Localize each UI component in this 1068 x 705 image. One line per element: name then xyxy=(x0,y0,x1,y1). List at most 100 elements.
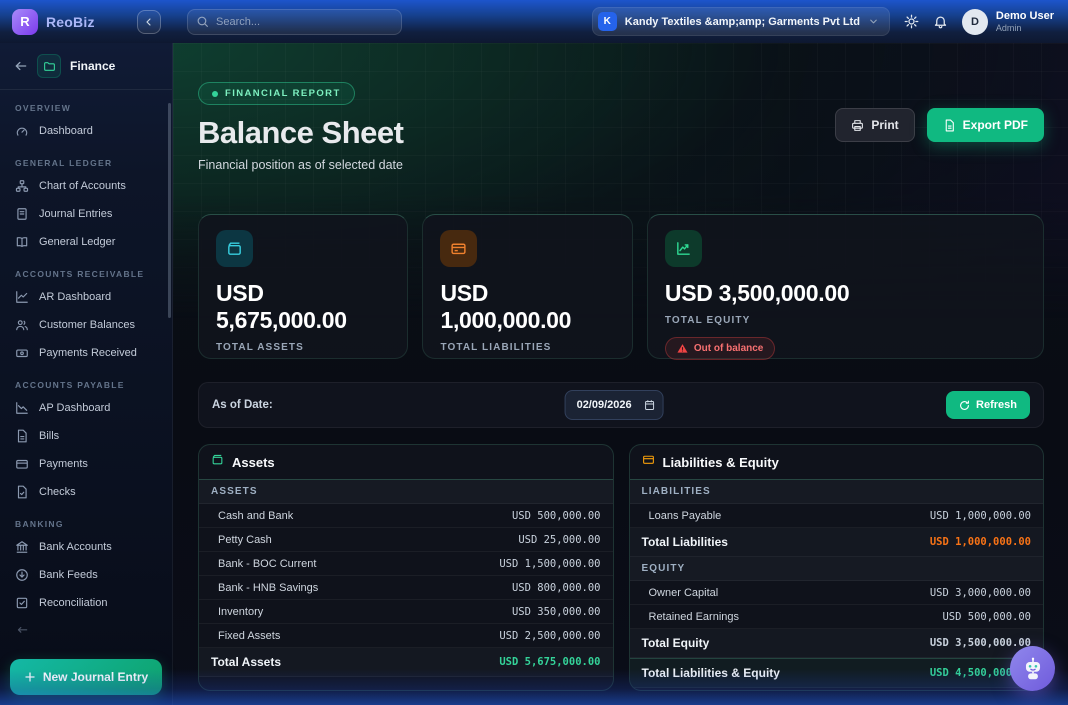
credit-card-icon xyxy=(15,457,29,471)
sidebar-item-bills[interactable]: Bills xyxy=(0,422,172,450)
company-selector[interactable]: K Kandy Textiles &amp;amp; Garments Pvt … xyxy=(592,7,890,36)
balance-sheet-tables: Assets ASSETS Cash and BankUSD 500,000.0… xyxy=(198,444,1044,691)
sidebar-section-banking: BANKING xyxy=(15,519,157,529)
export-pdf-button[interactable]: Export PDF xyxy=(927,108,1044,142)
table-row[interactable]: Owner CapitalUSD 3,000,000.00 xyxy=(630,581,1044,605)
page-header: FINANCIAL REPORT Balance Sheet Financial… xyxy=(173,43,1068,172)
sidebar-item-checks[interactable]: Checks xyxy=(0,478,172,506)
transfer-arrow-icon xyxy=(15,624,29,638)
stat-cards: USD 5,675,000.00 TOTAL ASSETS USD 1,000,… xyxy=(198,214,1044,359)
sidebar-item-payments[interactable]: Payments xyxy=(0,450,172,478)
assets-table: Assets ASSETS Cash and BankUSD 500,000.0… xyxy=(198,444,614,691)
global-search xyxy=(187,9,402,35)
sidebar-section-overview: OVERVIEW xyxy=(15,103,157,113)
total-equity-card: USD 3,500,000.00 TOTAL EQUITY Out of bal… xyxy=(647,214,1044,359)
plus-icon xyxy=(24,671,36,683)
sidebar-item-partial[interactable] xyxy=(0,617,172,645)
refresh-icon xyxy=(959,400,970,411)
header-actions: Print Export PDF xyxy=(835,108,1044,142)
back-button[interactable] xyxy=(14,59,28,73)
sidebar-section-accounts-receivable: ACCOUNTS RECEIVABLE xyxy=(15,269,157,279)
topbar-right: K Kandy Textiles &amp;amp; Garments Pvt … xyxy=(592,7,1068,36)
pdf-file-icon xyxy=(943,119,956,132)
gauge-icon xyxy=(15,124,29,138)
notifications-button[interactable] xyxy=(933,14,948,29)
chat-assistant-button[interactable] xyxy=(1010,646,1055,691)
sidebar-item-dashboard[interactable]: Dashboard xyxy=(0,117,172,145)
total-liabilities-card: USD 1,000,000.00 TOTAL LIABILITIES xyxy=(422,214,632,359)
user-name: Demo User xyxy=(996,10,1054,23)
table-row[interactable]: Bank - BOC CurrentUSD 1,500,000.00 xyxy=(199,552,613,576)
sidebar-item-journal-entries[interactable]: Journal Entries xyxy=(0,200,172,228)
user-role: Admin xyxy=(996,23,1054,33)
total-equity-value: USD 3,500,000.00 xyxy=(665,280,1026,307)
total-liabilities-row: Total LiabilitiesUSD 1,000,000.00 xyxy=(630,528,1044,557)
sitemap-icon xyxy=(15,179,29,193)
bell-icon xyxy=(933,14,948,29)
refresh-button[interactable]: Refresh xyxy=(946,391,1030,419)
folder-icon xyxy=(37,54,61,78)
theme-toggle-button[interactable] xyxy=(904,14,919,29)
sidebar-item-reconciliation[interactable]: Reconciliation xyxy=(0,589,172,617)
company-name: Kandy Textiles &amp;amp; Garments Pvt Lt… xyxy=(625,16,860,28)
liabilities-equity-table: Liabilities & Equity LIABILITIES Loans P… xyxy=(629,444,1045,691)
file-check-icon xyxy=(15,485,29,499)
table-row[interactable]: Cash and BankUSD 500,000.00 xyxy=(199,504,613,528)
sidebar-collapse-button[interactable] xyxy=(137,10,161,34)
table-row[interactable]: Petty CashUSD 25,000.00 xyxy=(199,528,613,552)
total-assets-label: TOTAL ASSETS xyxy=(216,342,390,353)
main-content: FINANCIAL REPORT Balance Sheet Financial… xyxy=(173,43,1068,705)
module-header: Finance xyxy=(0,43,172,90)
total-equity-row: Total EquityUSD 3,500,000.00 xyxy=(630,629,1044,658)
search-icon xyxy=(196,15,209,28)
journal-icon xyxy=(15,207,29,221)
table-row[interactable]: Retained EarningsUSD 500,000.00 xyxy=(630,605,1044,629)
company-badge: K xyxy=(598,12,617,31)
sidebar-item-payments-received[interactable]: Payments Received xyxy=(0,339,172,367)
print-button[interactable]: Print xyxy=(835,108,914,142)
credit-card-icon xyxy=(440,230,477,267)
total-equity-label: TOTAL EQUITY xyxy=(665,315,1026,326)
table-row[interactable]: InventoryUSD 350,000.00 xyxy=(199,600,613,624)
brand-logo: R xyxy=(12,9,38,35)
calendar-icon[interactable] xyxy=(644,399,656,411)
sidebar-item-customer-balances[interactable]: Customer Balances xyxy=(0,311,172,339)
printer-icon xyxy=(851,119,864,132)
table-row[interactable]: Bank - HNB SavingsUSD 800,000.00 xyxy=(199,576,613,600)
user-menu[interactable]: D Demo User Admin xyxy=(962,9,1054,35)
liabilities-table-header: Liabilities & Equity xyxy=(630,445,1044,480)
as-of-date-label: As of Date: xyxy=(212,399,273,411)
total-assets-row: Total AssetsUSD 5,675,000.00 xyxy=(199,648,613,677)
credit-card-icon xyxy=(642,453,655,471)
feed-icon xyxy=(15,568,29,582)
sun-icon xyxy=(904,14,919,29)
check-square-icon xyxy=(15,596,29,610)
assets-table-header: Assets xyxy=(199,445,613,480)
chart-down-icon xyxy=(15,401,29,415)
liabilities-table-title: Liabilities & Equity xyxy=(663,455,779,470)
table-row[interactable]: Fixed AssetsUSD 2,500,000.00 xyxy=(199,624,613,648)
total-liabilities-value: USD 1,000,000.00 xyxy=(440,280,614,334)
section-header: ASSETS xyxy=(199,480,613,504)
sidebar-item-ar-dashboard[interactable]: AR Dashboard xyxy=(0,283,172,311)
chevron-down-icon xyxy=(868,16,879,27)
sidebar-item-general-ledger[interactable]: General Ledger xyxy=(0,228,172,256)
avatar: D xyxy=(962,9,988,35)
search-input[interactable] xyxy=(187,9,402,35)
sidebar-item-chart-of-accounts[interactable]: Chart of Accounts xyxy=(0,172,172,200)
sidebar-item-bank-accounts[interactable]: Bank Accounts xyxy=(0,533,172,561)
section-header: LIABILITIES xyxy=(630,480,1044,504)
page-subtitle: Financial position as of selected date xyxy=(198,158,1043,172)
cash-in-icon xyxy=(15,346,29,360)
brand-zone: R ReoBiz xyxy=(0,9,173,35)
bank-icon xyxy=(15,540,29,554)
badge-dot-icon xyxy=(212,91,218,97)
sidebar-item-bank-feeds[interactable]: Bank Feeds xyxy=(0,561,172,589)
filter-bar: As of Date: Refresh xyxy=(198,382,1044,428)
table-row[interactable]: Loans PayableUSD 1,000,000.00 xyxy=(630,504,1044,528)
sidebar-scrollbar[interactable] xyxy=(168,103,171,318)
sidebar-item-ap-dashboard[interactable]: AP Dashboard xyxy=(0,394,172,422)
grand-total-row: Total Liabilities & EquityUSD 4,500,000.… xyxy=(630,658,1044,688)
new-journal-entry-button[interactable]: New Journal Entry xyxy=(10,659,162,695)
sidebar-section-general-ledger: GENERAL LEDGER xyxy=(15,158,157,168)
